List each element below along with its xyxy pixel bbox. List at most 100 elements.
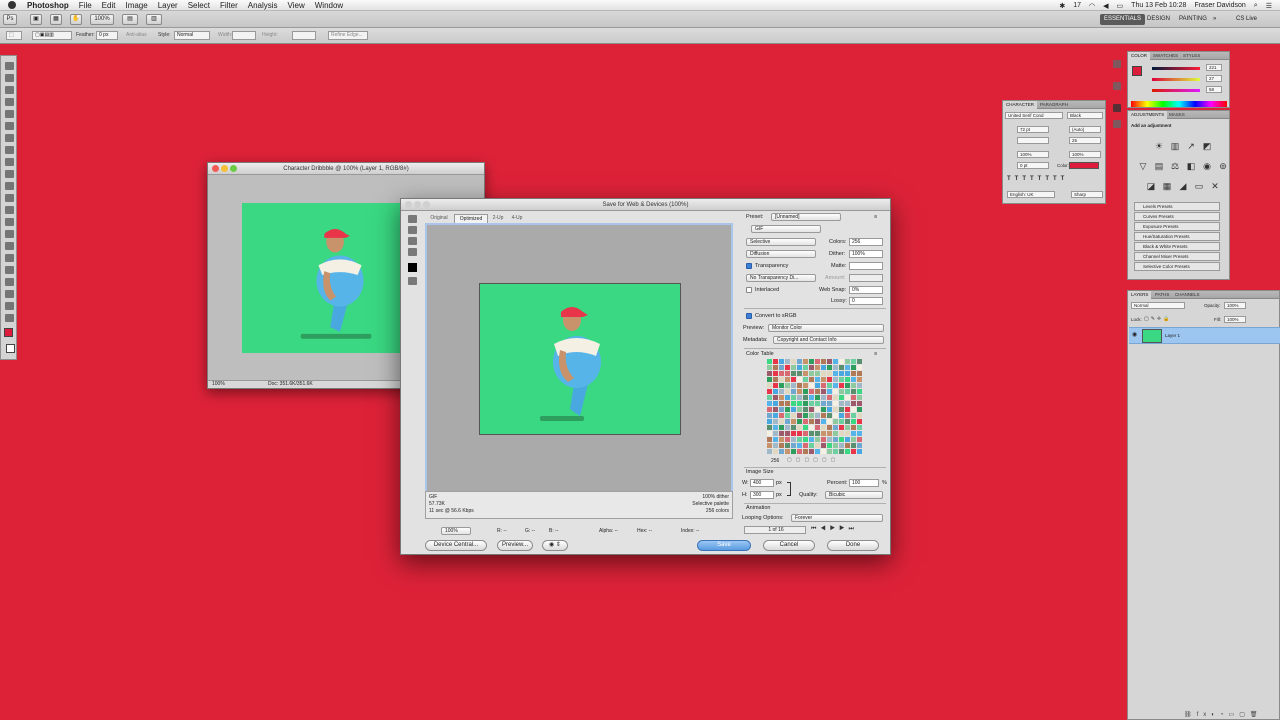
photo-filter-icon[interactable]: ◉ xyxy=(1202,161,1212,171)
color-table-swatch[interactable] xyxy=(833,443,838,448)
color-table-swatch[interactable] xyxy=(803,359,808,364)
color-table-swatch[interactable] xyxy=(821,425,826,430)
color-table-swatch[interactable] xyxy=(839,389,844,394)
selection-mode-icons[interactable]: ▢▣▤▥ xyxy=(32,31,72,40)
color-table-swatch[interactable] xyxy=(779,443,784,448)
color-table-swatch[interactable] xyxy=(767,413,772,418)
color-table-swatch[interactable] xyxy=(779,431,784,436)
color-table-swatch[interactable] xyxy=(797,443,802,448)
color-table-swatch[interactable] xyxy=(809,419,814,424)
kerning-input[interactable] xyxy=(1017,137,1049,144)
color-table-swatch[interactable] xyxy=(833,431,838,436)
bluetooth-icon[interactable]: ✱ xyxy=(1059,2,1065,10)
amount-input[interactable] xyxy=(849,274,883,282)
color-table-swatch[interactable] xyxy=(851,443,856,448)
color-table-swatch[interactable] xyxy=(797,383,802,388)
color-table-swatch[interactable] xyxy=(851,413,856,418)
feather-input[interactable]: 0 px xyxy=(96,31,118,40)
language-select[interactable]: English: UK xyxy=(1007,191,1055,198)
color-table-swatch[interactable] xyxy=(779,419,784,424)
color-table-swatch[interactable] xyxy=(827,365,832,370)
document-zoom[interactable]: 100% xyxy=(212,381,225,388)
color-table-swatch[interactable] xyxy=(857,359,862,364)
color-table-swatch[interactable] xyxy=(845,443,850,448)
paragraph-panel-icon[interactable] xyxy=(1113,120,1121,128)
color-table-swatch[interactable] xyxy=(851,431,856,436)
color-table-swatch[interactable] xyxy=(815,377,820,382)
color-table-swatch[interactable] xyxy=(815,449,820,454)
tab-layers[interactable]: LAYERS xyxy=(1128,291,1152,299)
color-table-swatch[interactable] xyxy=(797,449,802,454)
color-table-swatch[interactable] xyxy=(857,365,862,370)
cs-live-button[interactable]: CS Live xyxy=(1236,14,1257,25)
color-table-swatch[interactable] xyxy=(857,443,862,448)
view-extras-icon[interactable]: ▤ xyxy=(122,14,138,25)
color-table-swatch[interactable] xyxy=(833,371,838,376)
color-table-swatch[interactable] xyxy=(803,401,808,406)
color-table-swatch[interactable] xyxy=(833,377,838,382)
transparency-checkbox[interactable] xyxy=(746,263,752,269)
color-table-swatch[interactable] xyxy=(821,377,826,382)
vertical-scale-input[interactable]: 100% xyxy=(1017,151,1049,158)
color-table-swatch[interactable] xyxy=(833,359,838,364)
transparency-dither-select[interactable]: No Transparency Di... xyxy=(746,274,816,282)
color-table-swatch[interactable] xyxy=(809,371,814,376)
color-table-swatch[interactable] xyxy=(785,365,790,370)
levels-icon[interactable]: ▥ xyxy=(1170,141,1180,151)
color-table-swatch[interactable] xyxy=(839,377,844,382)
apple-icon[interactable] xyxy=(8,1,16,9)
color-table-swatch[interactable] xyxy=(791,389,796,394)
marquee-tool-icon[interactable] xyxy=(5,74,14,82)
volume-icon[interactable]: ◀ xyxy=(1103,2,1108,10)
menu-filter[interactable]: Filter xyxy=(215,1,243,10)
font-family-select[interactable]: United Serif Cond xyxy=(1005,112,1063,119)
reduction-select[interactable]: Selective xyxy=(746,238,816,246)
color-table-swatch[interactable] xyxy=(767,407,772,412)
eraser-tool-icon[interactable] xyxy=(5,182,14,190)
antialias-checkbox[interactable]: Anti-alias xyxy=(126,32,147,38)
dialog-titlebar[interactable]: Save for Web & Devices (100%) xyxy=(401,199,890,211)
color-table-swatch[interactable] xyxy=(821,449,826,454)
color-table-swatch[interactable] xyxy=(779,395,784,400)
color-table-swatch[interactable] xyxy=(815,371,820,376)
color-table-swatch[interactable] xyxy=(845,389,850,394)
width-input[interactable] xyxy=(232,31,256,40)
visibility-eye-icon[interactable]: ◉ xyxy=(1132,332,1138,338)
zoom-level-select[interactable]: 100% xyxy=(90,14,114,25)
color-table-swatch[interactable] xyxy=(851,449,856,454)
dither-input[interactable]: 100% xyxy=(849,250,883,258)
tool-preset-icon[interactable]: ⬚ xyxy=(6,31,22,40)
color-table-swatch[interactable] xyxy=(803,383,808,388)
color-table-swatch[interactable] xyxy=(857,401,862,406)
color-table-swatch[interactable] xyxy=(779,389,784,394)
menu-list-icon[interactable]: ☰ xyxy=(1266,2,1272,10)
color-table-swatch[interactable] xyxy=(803,395,808,400)
zoom-tool-icon[interactable] xyxy=(5,314,14,322)
color-table-swatch[interactable] xyxy=(803,377,808,382)
color-table-swatch[interactable] xyxy=(821,371,826,376)
color-table-swatch[interactable] xyxy=(851,425,856,430)
quick-select-tool-icon[interactable] xyxy=(5,98,14,106)
color-table-swatch[interactable] xyxy=(845,395,850,400)
color-table-swatch[interactable] xyxy=(839,419,844,424)
color-table-swatch[interactable] xyxy=(857,437,862,442)
fill-input[interactable]: 100% xyxy=(1224,316,1246,323)
color-table-swatch[interactable] xyxy=(851,359,856,364)
color-table-swatch[interactable] xyxy=(839,437,844,442)
color-table-action-icons[interactable]: ▢▢▢▢▢▢ xyxy=(787,457,863,464)
preset-selective-color[interactable]: Selective Color Presets xyxy=(1134,262,1220,271)
actions-icon[interactable] xyxy=(1113,82,1121,90)
color-table-swatch[interactable] xyxy=(767,383,772,388)
color-table-swatch[interactable] xyxy=(839,407,844,412)
color-table-swatch[interactable] xyxy=(821,395,826,400)
menu-app-photoshop[interactable]: Photoshop xyxy=(22,1,74,10)
color-table-swatch[interactable] xyxy=(845,365,850,370)
color-table-swatch[interactable] xyxy=(827,449,832,454)
baseline-shift-input[interactable]: 0 pt xyxy=(1017,162,1049,169)
tab-styles[interactable]: STYLES xyxy=(1180,52,1203,60)
eyedropper-tool-icon[interactable] xyxy=(408,248,417,256)
color-table-swatch[interactable] xyxy=(821,419,826,424)
color-table-swatch[interactable] xyxy=(773,359,778,364)
color-table-swatch[interactable] xyxy=(803,407,808,412)
color-table-swatch[interactable] xyxy=(821,359,826,364)
